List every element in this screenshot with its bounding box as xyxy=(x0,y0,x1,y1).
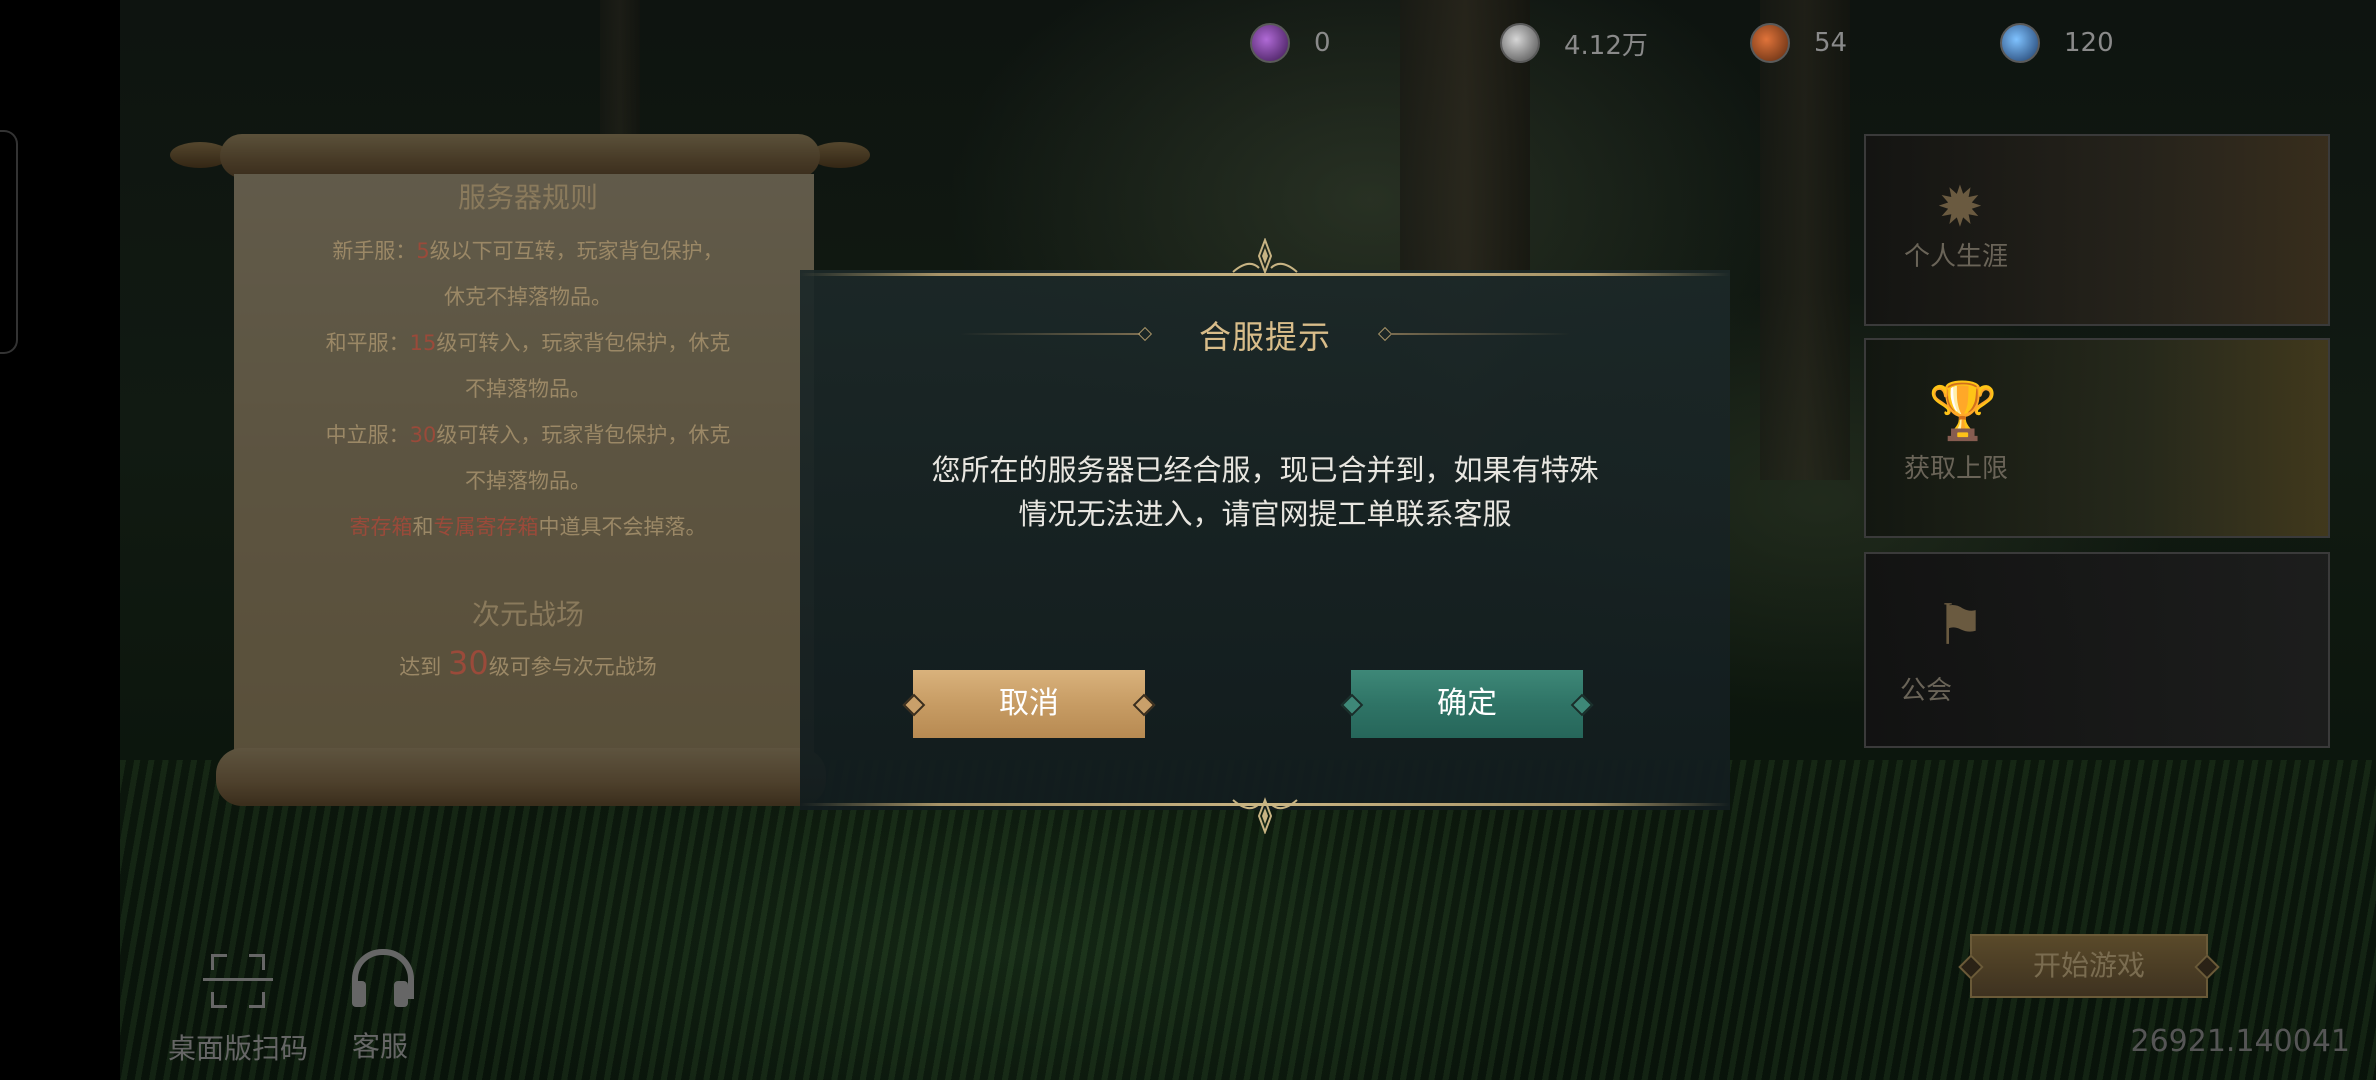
dialog-title-row: 合服提示 xyxy=(960,310,1570,360)
message-line: 您所在的服务器已经合服，现已合并到，如果有特殊 xyxy=(931,453,1599,487)
card-personal-career[interactable]: ✹ 个人生涯 xyxy=(1864,134,2330,326)
card-acquire-limit[interactable]: 🏆 获取上限 xyxy=(1864,338,2330,538)
cancel-button[interactable]: 取消 xyxy=(913,670,1145,738)
section-level: 30 xyxy=(447,644,489,682)
rule-text: 级可转入，玩家背包保护，休克 xyxy=(436,331,731,355)
headset-icon xyxy=(340,949,420,1019)
currency-value: 4.12万 xyxy=(1564,30,1648,61)
side-pull-tab[interactable] xyxy=(0,130,18,354)
section-title: 次元战场 xyxy=(471,598,584,631)
desktop-scan-button[interactable]: 桌面版扫码 xyxy=(160,945,316,1067)
rule-line: 中立服：30级可转入，玩家背包保护，休克 xyxy=(298,412,758,458)
rules-title: 服务器规则 xyxy=(457,181,598,214)
rule-highlight: 寄存箱 xyxy=(349,515,413,539)
start-game-button[interactable]: 开始游戏 xyxy=(1970,934,2208,998)
currency-value: 0 xyxy=(1314,28,1331,58)
tool-label: 客服 xyxy=(351,1030,408,1063)
confirm-button[interactable]: 确定 xyxy=(1351,670,1583,738)
card-label: 个人生涯 xyxy=(1903,242,2008,272)
sun-emblem-icon: ✹ xyxy=(1936,175,1984,240)
guild-banner-icon: ⚑ xyxy=(1934,593,1986,658)
rule-level: 30 xyxy=(409,423,437,447)
tool-label: 桌面版扫码 xyxy=(167,1032,308,1065)
rule-text: 级可转入，玩家背包保护，休克 xyxy=(436,423,731,447)
bronze-coin-icon xyxy=(1750,23,1790,63)
diamond-icon xyxy=(1137,326,1153,342)
rule-text: 和平服： xyxy=(325,331,410,355)
rule-line: 不掉落物品。 xyxy=(465,377,591,401)
currency-value: 54 xyxy=(1814,28,1848,58)
title-divider xyxy=(1390,333,1570,335)
rule-text: 中道具不会掉落。 xyxy=(538,515,707,539)
game-screen: 0 4.12万 54 120 服务器规则 新手服：5级以下可互转，玩家背包保护，… xyxy=(0,0,2376,1080)
currency-value: 120 xyxy=(2064,28,2114,58)
dialog-title: 合服提示 xyxy=(1198,318,1331,356)
version-number: 26921.140041 xyxy=(2130,1024,2351,1059)
purple-gem-icon xyxy=(1250,23,1290,63)
section-line: 达到 30级可参与次元战场 xyxy=(298,640,758,690)
rule-line: 休克不掉落物品。 xyxy=(444,285,612,309)
silver-coin-icon xyxy=(1500,23,1540,63)
card-label: 公会 xyxy=(1899,676,1952,706)
section-text: 级可参与次元战场 xyxy=(488,655,657,679)
customer-service-button[interactable]: 客服 xyxy=(340,945,420,1065)
blue-gem-icon xyxy=(2000,23,2040,63)
dialog-message: 您所在的服务器已经合服，现已合并到，如果有特殊 情况无法进入，请官网提工单联系客… xyxy=(880,448,1650,536)
currency-blue: 120 xyxy=(2000,23,2250,63)
card-guild[interactable]: ⚑ 公会 xyxy=(1864,552,2330,748)
currency-bronze: 54 xyxy=(1750,23,2000,63)
currency-silver: 4.12万 xyxy=(1500,23,1750,63)
server-merge-dialog: 合服提示 您所在的服务器已经合服，现已合并到，如果有特殊 情况无法进入，请官网提… xyxy=(800,238,1730,834)
currency-bar: 0 4.12万 54 120 xyxy=(1250,0,2250,86)
rule-line: 和平服：15级可转入，玩家背包保护，休克 xyxy=(298,320,758,366)
rule-line: 新手服：5级以下可互转，玩家背包保护， xyxy=(298,228,758,274)
trophy-icon: 🏆 xyxy=(1928,379,1998,444)
rule-highlight: 专属寄存箱 xyxy=(433,515,539,539)
section-text: 达到 xyxy=(399,655,442,679)
server-rules-text: 服务器规则 新手服：5级以下可互转，玩家背包保护， 休克不掉落物品。 和平服：1… xyxy=(298,180,758,690)
card-label: 获取上限 xyxy=(1903,454,2008,484)
rule-level: 15 xyxy=(409,331,437,355)
rule-text: 级以下可互转，玩家背包保护， xyxy=(429,239,724,263)
scan-icon xyxy=(160,951,316,1021)
rule-line: 不掉落物品。 xyxy=(465,469,591,493)
rule-line: 寄存箱和专属寄存箱中道具不会掉落。 xyxy=(298,504,758,550)
rule-text: 和 xyxy=(412,515,434,539)
rule-level: 5 xyxy=(416,239,430,263)
ornament-icon xyxy=(1232,238,1298,275)
title-divider xyxy=(960,333,1140,335)
currency-purple: 0 xyxy=(1250,23,1500,63)
ornament-icon xyxy=(1232,797,1298,834)
rule-text: 中立服： xyxy=(325,423,410,447)
message-line: 情况无法进入，请官网提工单联系客服 xyxy=(1018,497,1512,531)
rule-text: 新手服： xyxy=(332,239,417,263)
scroll-roll-bottom xyxy=(216,748,826,806)
